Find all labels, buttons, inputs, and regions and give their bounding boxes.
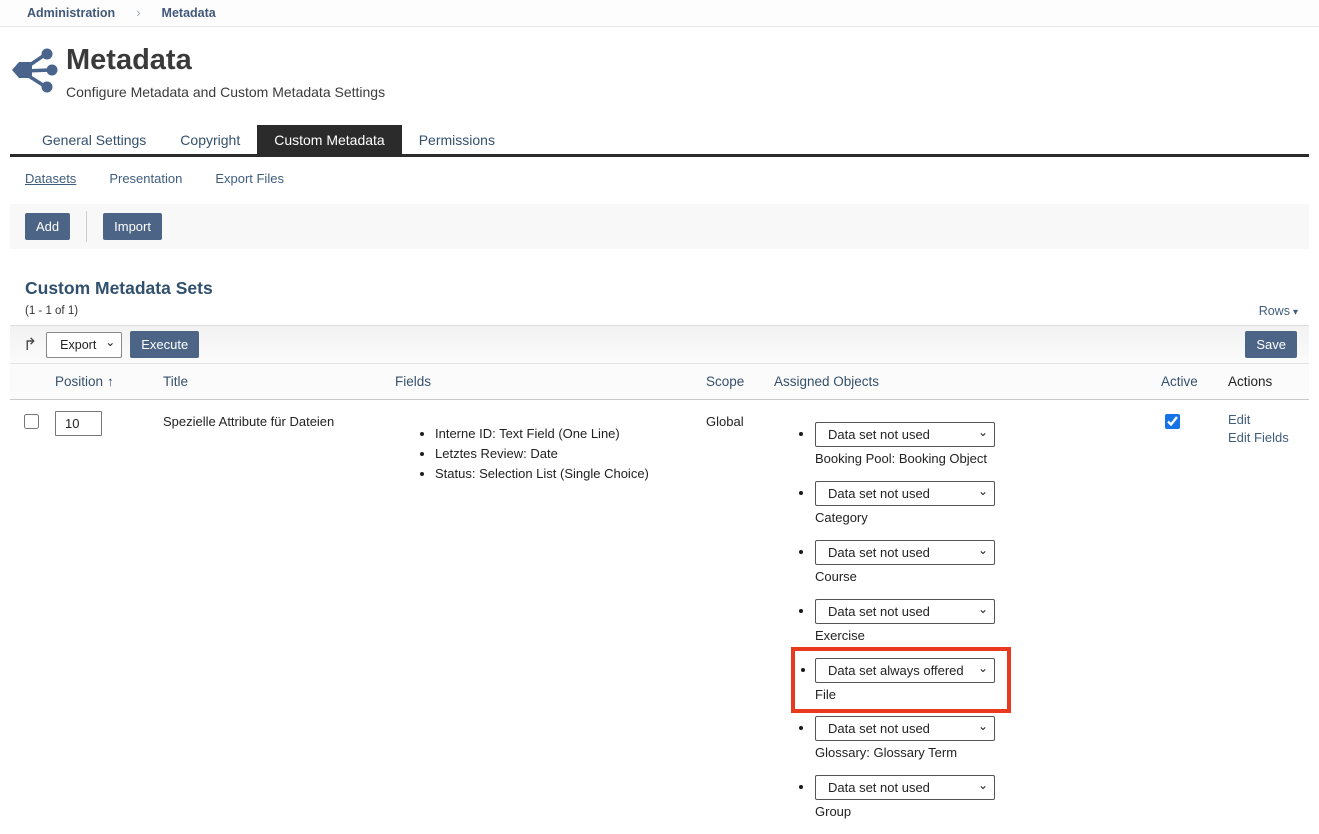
assigned-object-label: Glossary: Glossary Term xyxy=(815,745,1161,760)
table-row: Spezielle Attribute für Dateien Interne … xyxy=(10,400,1309,834)
table-toolbar: ↱ Export ⌄ Execute Save xyxy=(10,325,1309,364)
assigned-object-label: Category xyxy=(815,510,1161,525)
tab-copyright[interactable]: Copyright xyxy=(163,125,257,154)
field-item: Status: Selection List (Single Choice) xyxy=(435,466,706,481)
action-bar: Add Import xyxy=(10,204,1309,249)
active-checkbox[interactable] xyxy=(1165,414,1180,429)
tab-custom-metadata[interactable]: Custom Metadata xyxy=(257,125,402,154)
bullet-icon xyxy=(801,668,805,672)
assigned-object-select-course[interactable]: Data set not used xyxy=(815,540,995,565)
assigned-object-select-booking-pool[interactable]: Data set not used xyxy=(815,422,995,447)
assigned-object-select-category[interactable]: Data set not used xyxy=(815,481,995,506)
assigned-object-label: Booking Pool: Booking Object xyxy=(815,451,1161,466)
subtab-bar: Datasets Presentation Export Files xyxy=(10,157,1309,197)
page-subtitle: Configure Metadata and Custom Metadata S… xyxy=(66,84,385,100)
bullet-icon xyxy=(799,609,803,613)
listing-title: Custom Metadata Sets xyxy=(25,278,1309,299)
title-cell: Spezielle Attribute für Dateien xyxy=(163,412,395,834)
active-cell xyxy=(1161,412,1228,834)
subtab-presentation[interactable]: Presentation xyxy=(109,171,182,186)
caret-down-icon: ▾ xyxy=(1293,307,1298,318)
row-select-cell xyxy=(24,412,55,834)
bullet-icon xyxy=(799,491,803,495)
assigned-object-label: Exercise xyxy=(815,628,1161,643)
assigned-object-booking-pool: Data set not used ⌄ Booking Pool: Bookin… xyxy=(774,422,1161,466)
metadata-share-icon xyxy=(10,45,58,93)
tab-general-settings[interactable]: General Settings xyxy=(25,125,163,154)
subtab-datasets[interactable]: Datasets xyxy=(25,171,76,186)
column-header-active: Active xyxy=(1161,374,1228,389)
edit-link[interactable]: Edit xyxy=(1228,412,1309,427)
field-item: Letztes Review: Date xyxy=(435,446,706,461)
position-input[interactable] xyxy=(55,411,102,436)
assigned-object-select-group[interactable]: Data set not used xyxy=(815,775,995,800)
chevron-right-icon: › xyxy=(136,5,140,20)
page-header: Metadata Configure Metadata and Custom M… xyxy=(0,27,1319,100)
page-title: Metadata xyxy=(66,44,385,76)
apply-to-selection-arrow-icon: ↱ xyxy=(23,336,37,353)
assigned-object-file-highlighted: Data set always offered ⌄ File xyxy=(791,647,1011,713)
result-range: (1 - 1 of 1) xyxy=(25,305,78,317)
subtab-export-files[interactable]: Export Files xyxy=(215,171,284,186)
bullet-icon xyxy=(799,785,803,789)
breadcrumb: Administration › Metadata xyxy=(0,0,1319,27)
assigned-object-course: Data set not used ⌄ Course xyxy=(774,540,1161,584)
breadcrumb-item-metadata[interactable]: Metadata xyxy=(162,6,216,20)
column-header-assigned-objects: Assigned Objects xyxy=(774,374,1161,389)
column-header-fields: Fields xyxy=(395,374,706,389)
bullet-icon xyxy=(799,432,803,436)
bulk-action-select[interactable]: Export xyxy=(46,332,122,358)
column-header-actions: Actions xyxy=(1228,374,1309,389)
assigned-object-label: Course xyxy=(815,569,1161,584)
assigned-object-select-exercise[interactable]: Data set not used xyxy=(815,599,995,624)
table-header-row: Position↑ Title Fields Scope Assigned Ob… xyxy=(10,364,1309,400)
assigned-object-label: Group xyxy=(815,804,1161,819)
scope-cell: Global xyxy=(706,412,774,834)
bullet-icon xyxy=(799,726,803,730)
execute-button[interactable]: Execute xyxy=(130,331,199,358)
save-button[interactable]: Save xyxy=(1245,331,1297,358)
breadcrumb-item-administration[interactable]: Administration xyxy=(27,6,115,20)
add-button[interactable]: Add xyxy=(25,213,70,240)
tab-bar: General Settings Copyright Custom Metada… xyxy=(10,125,1309,157)
tab-permissions[interactable]: Permissions xyxy=(402,125,512,154)
fields-cell: Interne ID: Text Field (One Line) Letzte… xyxy=(395,412,706,834)
column-header-title[interactable]: Title xyxy=(163,374,395,389)
row-select-checkbox[interactable] xyxy=(24,414,39,429)
listing-meta: (1 - 1 of 1) Rows▾ xyxy=(25,304,1298,318)
toolbar-divider xyxy=(86,211,87,242)
assigned-object-exercise: Data set not used ⌄ Exercise xyxy=(774,599,1161,643)
rows-dropdown[interactable]: Rows▾ xyxy=(1259,304,1298,318)
assigned-object-label: File xyxy=(815,687,995,702)
import-button[interactable]: Import xyxy=(103,213,162,240)
assigned-object-category: Data set not used ⌄ Category xyxy=(774,481,1161,525)
assigned-objects-cell: Data set not used ⌄ Booking Pool: Bookin… xyxy=(774,412,1161,834)
assigned-object-group: Data set not used ⌄ Group xyxy=(774,775,1161,819)
assigned-object-select-glossary[interactable]: Data set not used xyxy=(815,716,995,741)
actions-cell: Edit Edit Fields xyxy=(1228,412,1309,834)
edit-fields-link[interactable]: Edit Fields xyxy=(1228,430,1309,445)
position-cell xyxy=(55,412,163,834)
column-header-position[interactable]: Position↑ xyxy=(55,374,163,389)
assigned-object-select-file[interactable]: Data set always offered xyxy=(815,658,995,683)
field-item: Interne ID: Text Field (One Line) xyxy=(435,426,706,441)
assigned-object-glossary: Data set not used ⌄ Glossary: Glossary T… xyxy=(774,716,1161,760)
column-header-scope: Scope xyxy=(706,374,774,389)
sort-ascending-icon: ↑ xyxy=(107,374,114,389)
bullet-icon xyxy=(799,550,803,554)
